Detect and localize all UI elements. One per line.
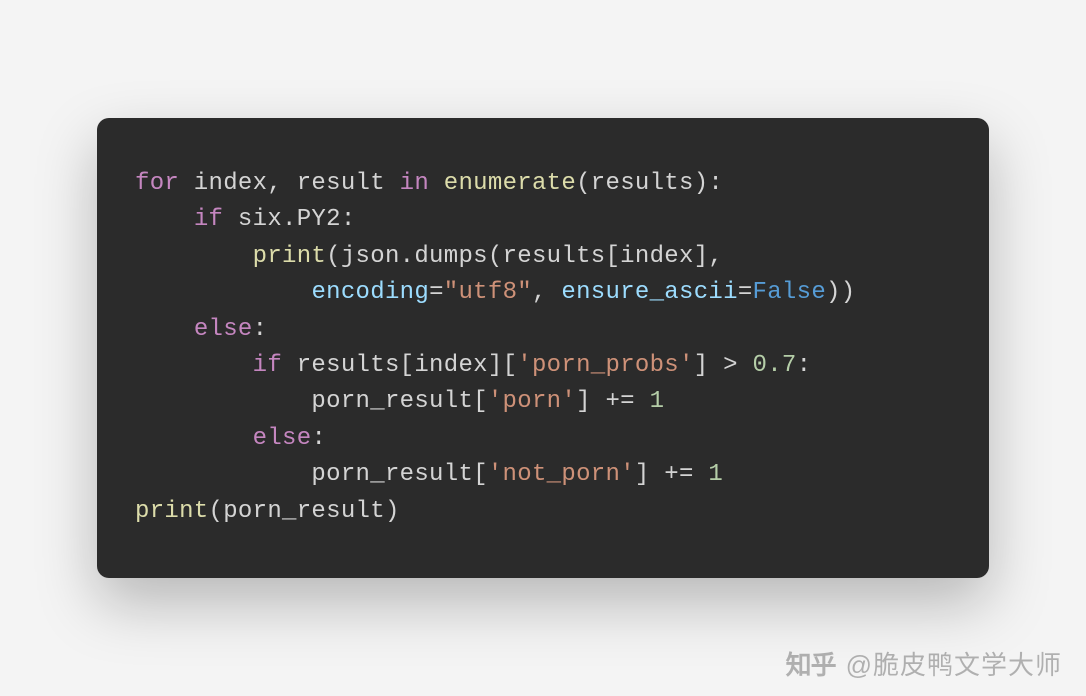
code-token: results[index][ xyxy=(282,352,517,379)
code-token: (json.dumps(results[index], xyxy=(326,243,723,270)
code-token: 1 xyxy=(708,461,723,488)
code-line: if six.PY2: xyxy=(135,202,951,238)
code-token xyxy=(135,425,253,452)
code-token: ] += xyxy=(576,388,650,415)
code-line: encoding="utf8", ensure_ascii=False)) xyxy=(135,275,951,311)
code-token: ] += xyxy=(635,461,709,488)
watermark-logo: 知乎 xyxy=(786,645,836,682)
code-token: print xyxy=(253,243,327,270)
code-line: print(json.dumps(results[index], xyxy=(135,239,951,275)
code-token: ] > xyxy=(694,352,753,379)
code-token: : xyxy=(797,352,812,379)
code-token: else xyxy=(253,425,312,452)
code-token: , xyxy=(532,279,561,306)
code-token: = xyxy=(738,279,753,306)
code-token xyxy=(135,206,194,233)
code-token: (porn_result) xyxy=(209,498,400,525)
code-line: porn_result['not_porn'] += 1 xyxy=(135,457,951,493)
code-line: print(porn_result) xyxy=(135,494,951,530)
code-token: 'porn_probs' xyxy=(517,352,693,379)
code-token xyxy=(135,243,253,270)
code-line: porn_result['porn'] += 1 xyxy=(135,384,951,420)
code-token: encoding xyxy=(311,279,429,306)
code-token: 'porn' xyxy=(488,388,576,415)
code-token: six.PY2: xyxy=(223,206,355,233)
code-token: : xyxy=(253,316,268,343)
code-token: "utf8" xyxy=(444,279,532,306)
code-line: else: xyxy=(135,421,951,457)
code-token: else xyxy=(194,316,253,343)
code-token: in xyxy=(400,170,429,197)
code-token xyxy=(135,279,311,306)
code-line: else: xyxy=(135,312,951,348)
code-token: if xyxy=(194,206,223,233)
code-token xyxy=(429,170,444,197)
code-token: if xyxy=(253,352,282,379)
code-token: porn_result[ xyxy=(135,461,488,488)
code-token: : xyxy=(311,425,326,452)
code-token: enumerate xyxy=(444,170,576,197)
code-token: for xyxy=(135,170,179,197)
watermark: 知乎 @脆皮鸭文学大师 xyxy=(786,645,1062,682)
code-line: if results[index]['porn_probs'] > 0.7: xyxy=(135,348,951,384)
code-line: for index, result in enumerate(results): xyxy=(135,166,951,202)
code-token: 1 xyxy=(650,388,665,415)
code-token: = xyxy=(429,279,444,306)
code-token: )) xyxy=(826,279,855,306)
code-token: (results): xyxy=(576,170,723,197)
code-token: print xyxy=(135,498,209,525)
code-token: index, result xyxy=(179,170,400,197)
code-token xyxy=(135,316,194,343)
code-token: porn_result[ xyxy=(135,388,488,415)
watermark-text: @脆皮鸭文学大师 xyxy=(846,645,1062,682)
code-token: ensure_ascii xyxy=(561,279,737,306)
code-token xyxy=(135,352,253,379)
code-block: for index, result in enumerate(results):… xyxy=(97,118,989,579)
code-token: False xyxy=(753,279,827,306)
code-token: 0.7 xyxy=(753,352,797,379)
code-token: 'not_porn' xyxy=(488,461,635,488)
